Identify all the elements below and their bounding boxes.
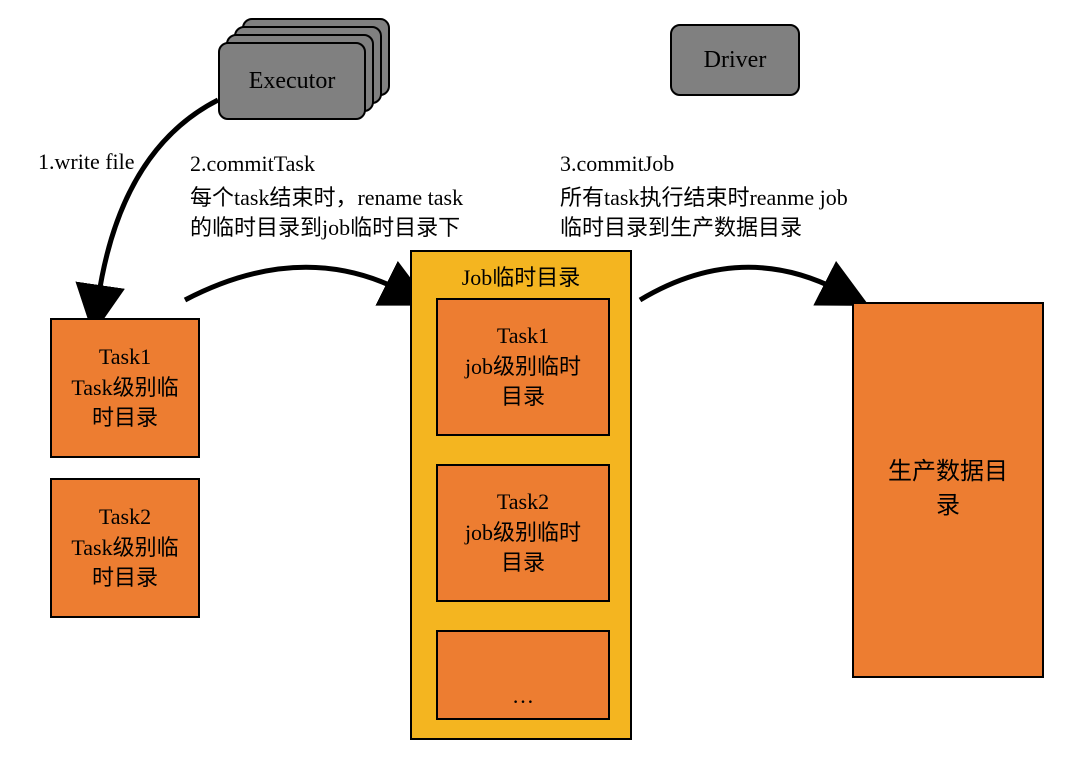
executor-box: Executor — [218, 42, 366, 120]
driver-box: Driver — [670, 24, 800, 96]
task1-label: Task1 Task级别临 时目录 — [71, 342, 178, 434]
step2-desc2: 的临时目录到job临时目录下 — [190, 214, 460, 243]
job-ellipsis-box: … — [436, 630, 610, 720]
prod-dir-label: 生产数据目 录 — [888, 456, 1008, 523]
job-temp-dir-container: Job临时目录 Task1 job级别临时 目录 Task2 job级别临时 目… — [410, 250, 632, 740]
ellipsis-label: … — [512, 681, 534, 718]
executor-stack: Executor — [218, 18, 390, 120]
job-task2-dir: Task2 job级别临时 目录 — [436, 464, 610, 602]
step2-desc1: 每个task结束时，rename task — [190, 184, 463, 213]
step3-desc1: 所有task执行结束时reanme job — [560, 184, 848, 213]
step2-title: 2.commitTask — [190, 150, 315, 179]
prod-data-dir: 生产数据目 录 — [852, 302, 1044, 678]
step3-desc2: 临时目录到生产数据目录 — [560, 214, 802, 243]
job-task1-label: Task1 job级别临时 目录 — [465, 321, 581, 413]
executor-label: Executor — [249, 68, 336, 95]
task2-label: Task2 Task级别临 时目录 — [71, 502, 178, 594]
task1-temp-dir: Task1 Task级别临 时目录 — [50, 318, 200, 458]
driver-label: Driver — [704, 47, 767, 74]
job-container-title: Job临时目录 — [412, 260, 630, 292]
job-task1-dir: Task1 job级别临时 目录 — [436, 298, 610, 436]
job-task2-label: Task2 job级别临时 目录 — [465, 487, 581, 579]
step1-label: 1.write file — [38, 148, 135, 177]
step3-title: 3.commitJob — [560, 150, 674, 179]
task2-temp-dir: Task2 Task级别临 时目录 — [50, 478, 200, 618]
